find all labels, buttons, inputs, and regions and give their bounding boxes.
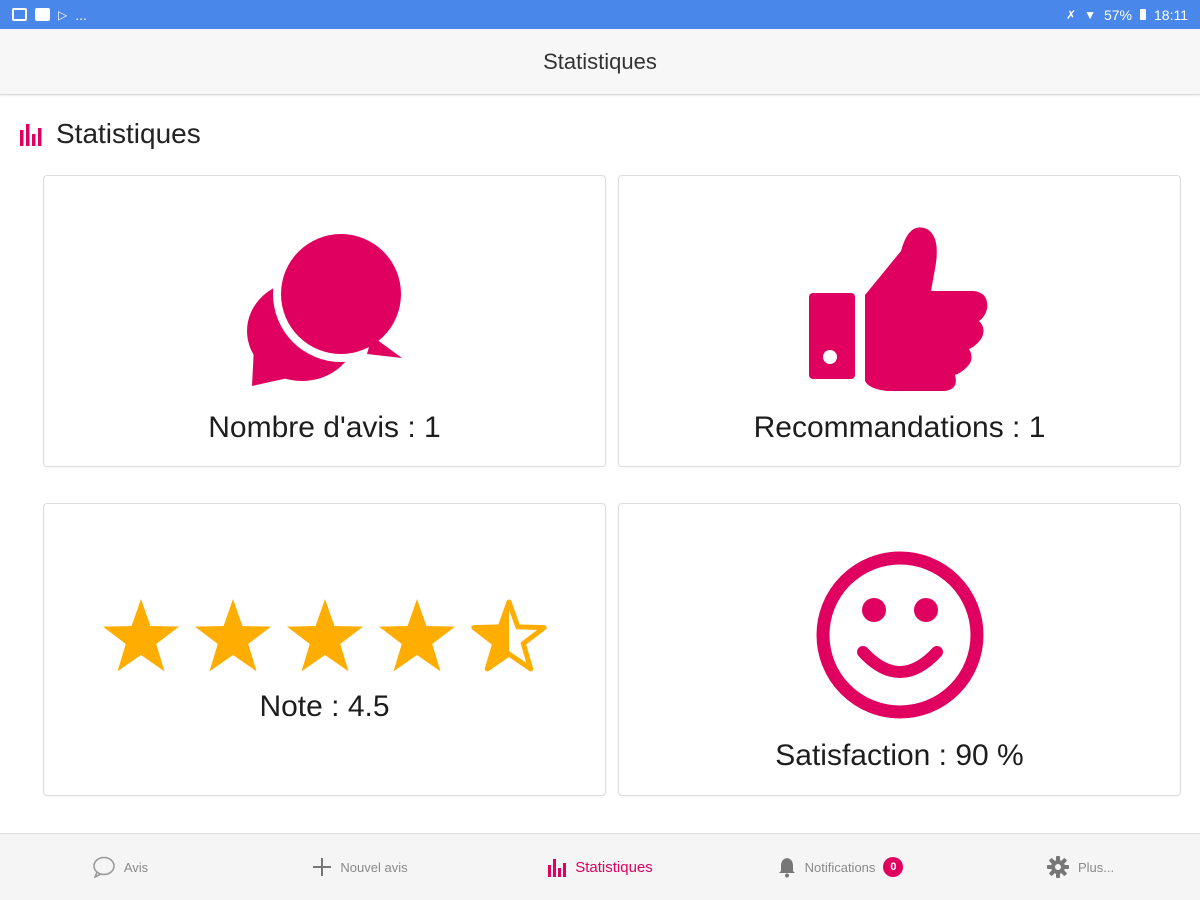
- star-rating-graphic: [102, 599, 547, 672]
- status-more: ...: [75, 6, 87, 23]
- gear-icon: [1046, 856, 1069, 878]
- nav-label-statistiques: Statistiques: [575, 858, 653, 876]
- star-icon: [286, 599, 364, 672]
- satisfaction-label: Satisfaction : 90 %: [775, 739, 1024, 772]
- bar-chart-icon: [20, 124, 42, 146]
- section-title: Statistiques: [56, 118, 201, 149]
- reviews-count-label: Nombre d'avis : 1: [208, 411, 441, 444]
- notifications-badge: 0: [883, 857, 904, 877]
- rating-card: Note : 4.5: [43, 503, 606, 796]
- recommendations-count-label: Recommandations : 1: [753, 411, 1046, 444]
- nav-item-nouvel-avis[interactable]: Nouvel avis: [240, 834, 480, 900]
- star-icon: [102, 599, 180, 672]
- rating-label: Note : 4.5: [259, 690, 390, 723]
- star-icon: [470, 599, 547, 672]
- nav-item-plus[interactable]: Plus...: [960, 834, 1200, 900]
- chat-bubbles-icon: [247, 226, 409, 386]
- star-icon: [194, 599, 272, 672]
- reviews-card: Nombre d'avis : 1: [43, 175, 606, 467]
- bar-chart-icon: [548, 859, 567, 877]
- star-rating: [100, 596, 552, 678]
- nav-label-plus: Plus...: [1077, 859, 1115, 875]
- app-bar-title: Statistiques: [543, 48, 657, 74]
- clock: 18:11: [1154, 6, 1188, 23]
- bottom-navigation: Avis Nouvel avis Statistiques Notificati…: [0, 833, 1200, 900]
- plus-icon: [313, 858, 332, 876]
- note-icon: [35, 8, 50, 21]
- app-bar: Statistiques: [0, 29, 1200, 95]
- nav-label-notifications: Notifications: [804, 859, 876, 875]
- play-icon: ▷: [58, 7, 68, 22]
- nav-item-statistiques[interactable]: Statistiques: [480, 834, 720, 900]
- status-bar-right: ✗ ▼ 57% 18:11: [1066, 7, 1188, 23]
- wifi-icon: ▼: [1084, 7, 1096, 22]
- nav-label-nouvel-avis: Nouvel avis: [340, 859, 408, 875]
- status-bar: ▷ ... ✗ ▼ 57% 18:11: [0, 0, 1200, 29]
- nav-item-notifications[interactable]: Notifications 0: [720, 834, 960, 900]
- section-header: Statistiques: [18, 114, 201, 154]
- bell-icon: [778, 858, 795, 878]
- smiley-icon: [816, 551, 984, 719]
- battery-percent: 57%: [1103, 6, 1132, 23]
- thumbs-up-icon: [809, 227, 988, 391]
- battery-icon: [1140, 9, 1146, 20]
- chat-icon: [93, 856, 115, 878]
- image-icon: [12, 8, 27, 21]
- nav-item-avis[interactable]: Avis: [0, 834, 240, 900]
- satisfaction-card: Satisfaction : 90 %: [618, 503, 1181, 796]
- recommendations-card: Recommandations : 1: [618, 175, 1181, 467]
- star-icon: [378, 599, 456, 672]
- nav-label-avis: Avis: [123, 859, 149, 875]
- status-bar-left: ▷ ...: [12, 7, 87, 23]
- mute-icon: ✗: [1066, 7, 1077, 22]
